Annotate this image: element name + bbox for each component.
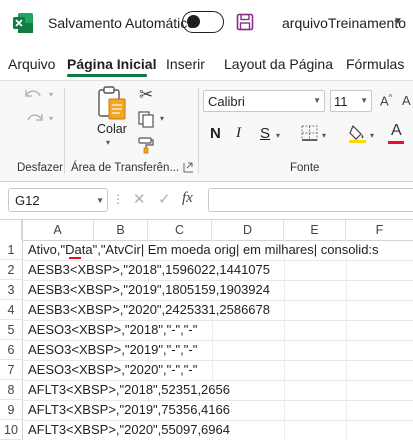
table-cell[interactable]: AFLT3<XBSP>,"2020",55097,6964 [28,422,234,437]
formula-input[interactable] [208,188,413,212]
table-cell[interactable]: AFLT3<XBSP>,"2019",75356,4166 [28,402,234,417]
tab-formulas[interactable]: Fórmulas [346,56,404,72]
font-size-value: 11 [334,94,348,109]
gridline [22,400,413,401]
borders-icon[interactable] [300,124,320,142]
grow-font-icon[interactable]: A^ [380,93,392,108]
table-cell[interactable]: AESO3<XBSP>,"2019","-","-" [28,342,202,357]
ribbon-separator [64,88,65,174]
active-tab-indicator [67,74,147,77]
ribbon-separator [198,88,199,174]
font-size-select[interactable]: 11 ▼ [330,90,372,112]
row-header[interactable]: 5 [0,320,22,340]
more-options-icon: ⋮ [112,192,124,206]
row-header[interactable]: 9 [0,400,22,420]
row-header[interactable]: 3 [0,280,22,300]
table-cell[interactable]: AESB3<XBSP>,"2020",2425331,2586678 [28,302,274,317]
name-box[interactable]: G12 ▼ [8,188,108,212]
name-box-value: G12 [15,193,40,208]
tab-pagina-inicial[interactable]: Página Inicial [67,56,156,72]
gridline [22,340,413,341]
column-header[interactable]: D [212,220,284,240]
select-all-corner[interactable] [0,220,22,240]
autosave-toggle[interactable] [182,11,224,33]
italic-button[interactable]: I [236,125,241,142]
column-header[interactable]: F [346,220,413,240]
table-cell[interactable]: AFLT3<XBSP>,"2018",52351,2656 [28,382,234,397]
dialog-launcher-icon[interactable] [183,162,194,173]
row-header[interactable]: 2 [0,260,22,280]
cut-icon[interactable]: ✂ [139,85,153,105]
tab-arquivo[interactable]: Arquivo [8,56,55,72]
gridline [22,360,413,361]
font-group-label: Fonte [290,162,320,174]
redo-dropdown-icon[interactable]: ▾ [49,114,53,123]
gridline [22,420,413,421]
chevron-down-icon: ▼ [360,96,368,105]
insert-function-button[interactable]: fx [182,190,193,207]
cancel-formula-icon[interactable]: ✕ [133,190,146,208]
gridline [22,280,413,281]
row-header[interactable]: 6 [0,340,22,360]
undo-dropdown-icon[interactable]: ▾ [49,90,53,99]
column-header[interactable]: A [22,220,94,240]
table-cell[interactable]: AESO3<XBSP>,"2020","-","-" [28,362,202,377]
row-header-divider [22,220,23,440]
gridline [22,260,413,261]
borders-dropdown-icon[interactable]: ▾ [322,131,326,140]
table-cell[interactable]: AESB3<XBSP>,"2019",1805159,1903924 [28,282,274,297]
toggle-knob [187,15,200,28]
fill-color-dropdown-icon[interactable]: ▾ [370,131,374,140]
chevron-down-icon[interactable]: ▼ [393,16,403,27]
tab-layout-da-pagina[interactable]: Layout da Página [224,56,333,72]
format-painter-icon[interactable] [137,136,155,154]
paste-label[interactable]: Colar [97,122,127,136]
paste-dropdown-icon[interactable]: ▾ [106,138,110,147]
column-header[interactable]: E [284,220,346,240]
table-cell[interactable]: AESO3<XBSP>,"2018","-","-" [28,322,202,337]
gridline [22,380,413,381]
row-header[interactable]: 4 [0,300,22,320]
bold-button[interactable]: N [210,125,221,142]
copy-icon[interactable] [137,110,155,128]
font-color-button[interactable]: A [391,122,402,140]
autosave-label: Salvamento Automático [48,15,196,31]
column-header[interactable]: B [94,220,148,240]
chevron-down-icon: ▼ [313,96,321,105]
copy-dropdown-icon[interactable]: ▾ [160,114,164,123]
header-divider [0,240,413,241]
table-cell[interactable]: Ativo,"Data","AtvCir| Em moeda orig| em … [28,242,383,257]
save-icon[interactable] [236,13,254,31]
underline-button[interactable]: S [260,125,270,142]
gridline [22,320,413,321]
row-header[interactable]: 7 [0,360,22,380]
excel-logo-icon [13,13,33,33]
font-name-value: Calibri [208,94,245,109]
column-header[interactable]: C [148,220,212,240]
tab-inserir[interactable]: Inserir [166,56,205,72]
row-header[interactable]: 10 [0,420,22,440]
file-name[interactable]: arquivoTreinamento [282,15,406,31]
confirm-formula-icon[interactable]: ✓ [158,190,171,208]
fill-color-icon[interactable] [347,122,369,144]
underline-dropdown-icon[interactable]: ▾ [276,131,280,140]
row-header[interactable]: 1 [0,240,22,260]
paste-icon[interactable] [95,85,129,121]
clipboard-group-label: Área de Transferên... [71,162,180,174]
font-color-swatch [388,141,404,144]
spellcheck-underline [69,257,81,259]
undo-group-label: Desfazer [17,162,64,174]
undo-icon[interactable] [22,86,48,104]
redo-icon[interactable] [22,110,48,128]
font-name-select[interactable]: Calibri ▼ [203,90,325,112]
shrink-font-icon[interactable]: A [402,93,411,108]
chevron-down-icon: ▼ [96,196,104,205]
row-header[interactable]: 8 [0,380,22,400]
gridline [22,300,413,301]
table-cell[interactable]: AESB3<XBSP>,"2018",1596022,1441075 [28,262,274,277]
